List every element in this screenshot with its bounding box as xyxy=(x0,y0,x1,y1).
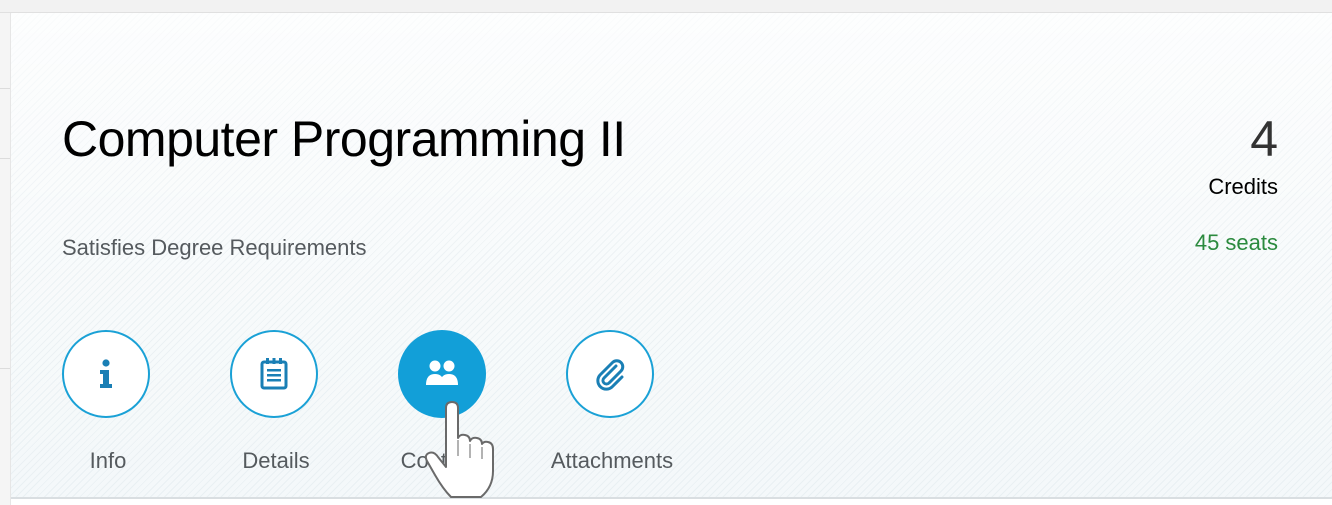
details-icon xyxy=(260,358,288,390)
paperclip-icon xyxy=(596,359,625,391)
contacts-icon xyxy=(426,360,458,385)
credits-label: Credits xyxy=(1208,174,1278,199)
left-edge-panel xyxy=(0,13,11,505)
header-divider xyxy=(11,497,1332,499)
credits-value: 4 xyxy=(1250,111,1278,167)
info-icon xyxy=(100,359,112,388)
tab-attachments-circle[interactable] xyxy=(566,330,654,418)
tab-info-circle[interactable] xyxy=(62,330,150,418)
tab-attachments[interactable]: Attachments xyxy=(542,330,682,480)
tab-info[interactable]: Info xyxy=(38,330,178,480)
top-bar xyxy=(0,0,1332,13)
hand-cursor-icon xyxy=(424,401,494,498)
tab-details-label: Details xyxy=(242,448,310,473)
tab-details[interactable]: Details xyxy=(206,330,346,480)
tab-details-circle[interactable] xyxy=(230,330,318,418)
page-title: Computer Programming II xyxy=(62,111,626,167)
seats-status: 45 seats xyxy=(1194,230,1278,255)
tab-attachments-label: Attachments xyxy=(550,448,674,473)
course-subtitle: Satisfies Degree Requirements xyxy=(62,235,367,260)
tab-info-label: Info xyxy=(89,448,127,473)
